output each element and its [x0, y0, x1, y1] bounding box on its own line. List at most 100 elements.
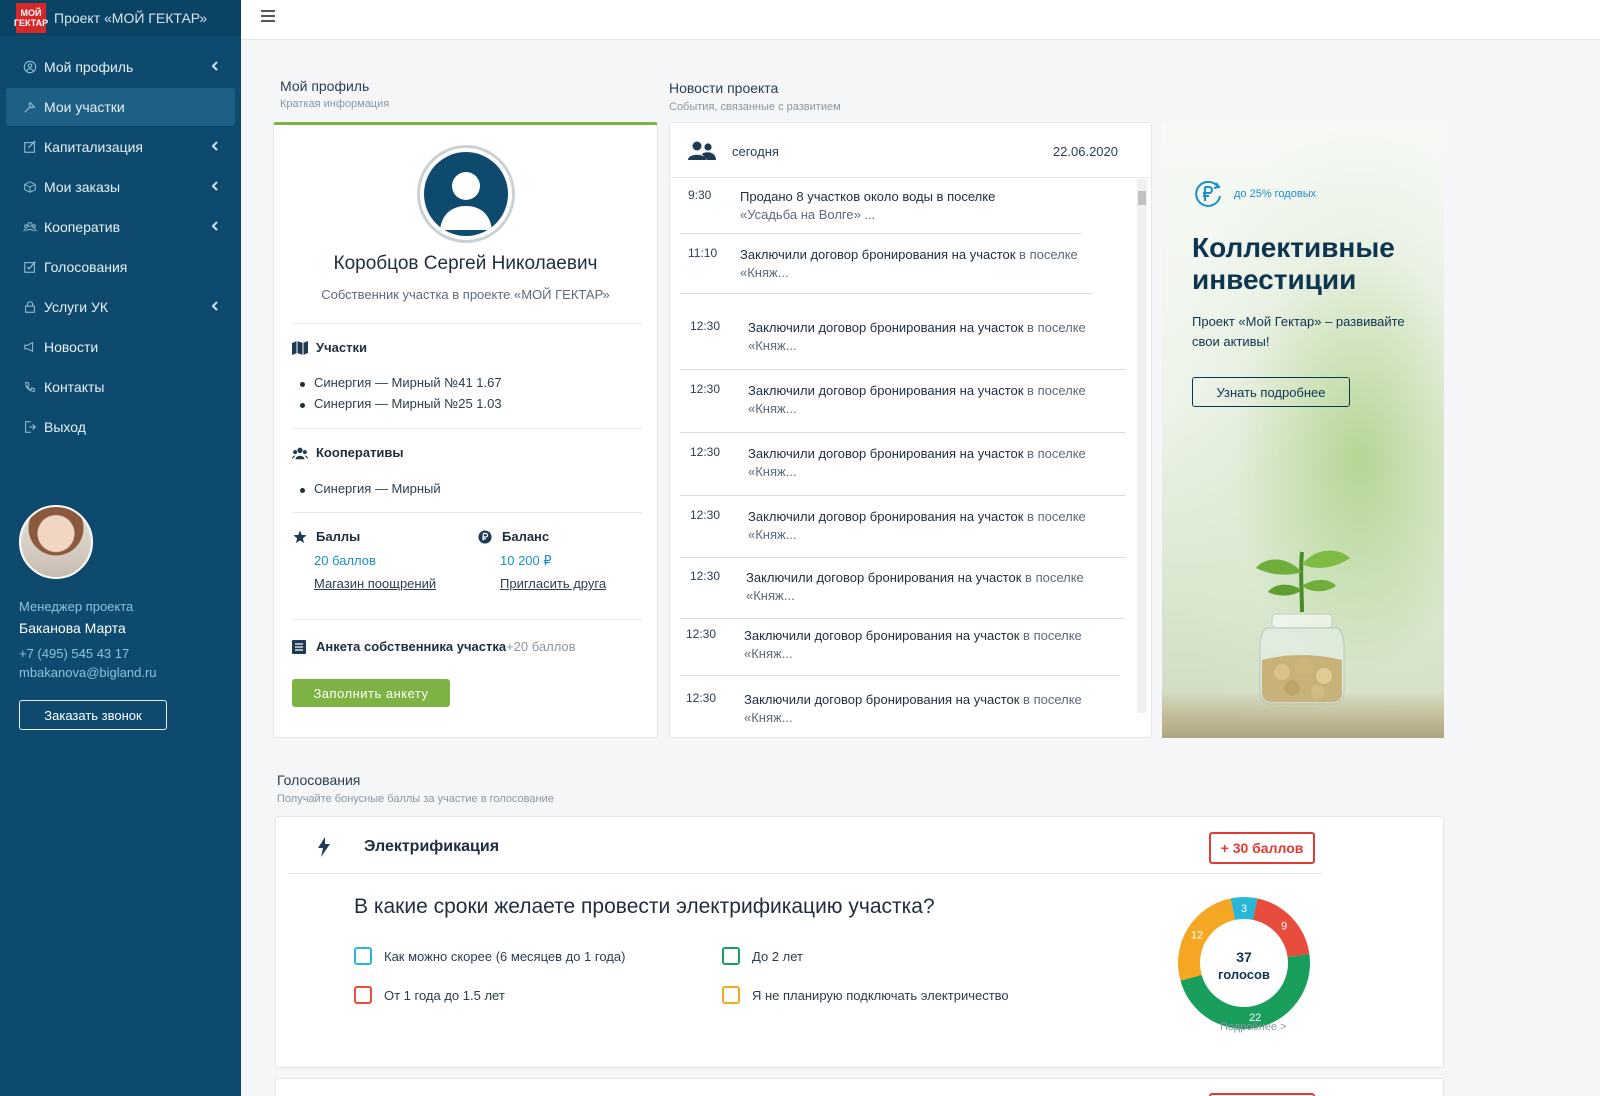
- divider: [292, 512, 642, 513]
- divider: [670, 177, 1151, 178]
- topbar: [241, 0, 1600, 40]
- voting-card-next: [275, 1078, 1444, 1096]
- option-checkbox[interactable]: [354, 947, 372, 965]
- sidebar-item-news[interactable]: Новости: [6, 328, 235, 366]
- divider: [680, 369, 1126, 370]
- coops-heading: Кооперативы: [292, 445, 404, 460]
- news-section-subtitle: События, связанные с развитием: [669, 101, 841, 113]
- option-checkbox[interactable]: [354, 986, 372, 1004]
- news-text: Заключили договор бронирования на участо…: [740, 246, 1080, 282]
- voting-question: В какие сроки желаете провести электрифи…: [354, 895, 935, 918]
- rewards-shop-link[interactable]: Магазин поощрений: [314, 576, 436, 591]
- news-main: Заключили договор бронирования на участо…: [744, 692, 1020, 707]
- lock-icon: [22, 299, 38, 315]
- manager-email[interactable]: mbakanova@bigland.ru: [19, 665, 219, 680]
- sidebar-item-label: Мои участки: [44, 99, 125, 115]
- promo-text: Проект «Мой Гектар» – развивайте свои ак…: [1192, 314, 1405, 349]
- brand-title: Проект «МОЙ ГЕКТАР»: [54, 10, 208, 26]
- option-checkbox[interactable]: [722, 986, 740, 1004]
- profile-avatar: [417, 145, 515, 243]
- points-value: 20 баллов: [314, 553, 376, 568]
- balance-heading: Баланс: [478, 529, 549, 544]
- vote-option[interactable]: Я не планирую подключать электричество: [722, 986, 1009, 1004]
- fill-survey-button[interactable]: Заполнить анкету: [292, 679, 450, 707]
- survey-heading: Анкета собственника участка +20 баллов: [292, 639, 576, 654]
- chevron-left-icon: [211, 61, 218, 71]
- news-time: 12:30: [690, 508, 721, 522]
- news-text: Заключили договор бронирования на участо…: [748, 319, 1088, 355]
- sidebar-item-label: Новости: [44, 339, 99, 355]
- sidebar-item-label: Мой профиль: [44, 59, 134, 75]
- promo-title: Коллективные инвестиции: [1192, 232, 1395, 295]
- sidebar-item-profile[interactable]: Мой профиль: [6, 48, 235, 86]
- plot-item[interactable]: Синергия — Мирный №41 1.67: [300, 375, 502, 396]
- voting-section-subtitle: Получайте бонусные баллы за участие в го…: [277, 793, 554, 805]
- coin-jar-plant-image: [1256, 550, 1350, 705]
- logo-line2: ГЕКТАР: [13, 18, 49, 28]
- news-main: Заключили договор бронирования на участо…: [748, 383, 1024, 398]
- option-label: От 1 года до 1.5 лет: [384, 987, 505, 1003]
- list-icon: [292, 639, 308, 654]
- users-icon: [292, 446, 308, 460]
- donut-total-label: голосов: [1218, 967, 1270, 982]
- voting-bonus-badge: + 30 баллов: [1209, 832, 1315, 864]
- manager-phone[interactable]: +7 (495) 545 43 17: [19, 646, 219, 661]
- user-silhouette-icon: [440, 172, 492, 230]
- news-date: 22.06.2020: [1052, 143, 1118, 159]
- scrollbar-thumb[interactable]: [1138, 191, 1146, 205]
- points-title: Баллы: [316, 529, 361, 544]
- star-icon: [292, 529, 308, 544]
- news-main: Заключили договор бронирования на участо…: [748, 446, 1024, 461]
- sidebar-item-services[interactable]: Услуги УК: [6, 288, 235, 326]
- sidebar-item-capitalization[interactable]: Капитализация: [6, 128, 235, 166]
- sidebar-item-contacts[interactable]: Контакты: [6, 368, 235, 406]
- brand[interactable]: МОЙ ГЕКТАР Проект «МОЙ ГЕКТАР»: [0, 0, 241, 36]
- news-text: Заключили договор бронирования на участо…: [748, 382, 1088, 418]
- divider: [680, 432, 1126, 433]
- coop-item[interactable]: Синергия — Мирный: [300, 481, 441, 502]
- menu-toggle-icon[interactable]: [261, 10, 275, 24]
- option-checkbox[interactable]: [722, 947, 740, 965]
- plots-heading: Участки: [292, 340, 367, 355]
- more-details-link[interactable]: Подробнее >: [1220, 1021, 1287, 1033]
- order-call-button[interactable]: Заказать звонок: [19, 700, 167, 730]
- sidebar-item-logout[interactable]: Выход: [6, 408, 235, 446]
- chevron-left-icon: [211, 221, 218, 231]
- divider: [680, 557, 1126, 558]
- news-card: сегодня 22.06.2020 9:30 Продано 8 участк…: [669, 122, 1152, 738]
- sidebar-item-label: Услуги УК: [44, 299, 108, 315]
- news-scrollbar[interactable]: [1137, 179, 1147, 713]
- logo: МОЙ ГЕКТАР: [13, 3, 49, 33]
- news-text: Заключили договор бронирования на участо…: [744, 691, 1084, 727]
- manager-card: Менеджер проекта Баканова Марта +7 (495)…: [19, 505, 219, 730]
- news-text: Заключили договор бронирования на участо…: [744, 627, 1084, 663]
- donut-value-label: 12: [1191, 929, 1203, 941]
- ruble-circle-icon: [478, 529, 494, 544]
- manager-name: Баканова Марта: [19, 620, 126, 636]
- sidebar-item-label: Выход: [44, 419, 86, 435]
- box-icon: [22, 179, 38, 195]
- news-day: сегодня: [732, 143, 779, 159]
- plot-item[interactable]: Синергия — Мирный №25 1.03: [300, 396, 502, 417]
- sidebar-item-label: Кооператив: [44, 219, 121, 235]
- sidebar-item-plots[interactable]: Мои участки: [6, 88, 235, 126]
- news-time: 12:30: [686, 627, 717, 641]
- vote-option[interactable]: До 2 лет: [722, 947, 803, 965]
- news-time: 12:30: [690, 382, 721, 396]
- sidebar-item-label: Голосования: [44, 259, 128, 275]
- vote-option[interactable]: Как можно скорее (6 месяцев до 1 года): [354, 947, 625, 965]
- divider: [292, 323, 642, 324]
- coops-list: Синергия — Мирный: [300, 481, 441, 502]
- learn-more-button[interactable]: Узнать подробнее: [1192, 377, 1350, 407]
- divider: [680, 675, 1120, 676]
- sidebar-item-orders[interactable]: Мои заказы: [6, 168, 235, 206]
- sidebar-item-cooperative[interactable]: Кооператив: [6, 208, 235, 246]
- news-main: Продано 8 участков около воды в поселке: [740, 189, 996, 204]
- vote-option[interactable]: От 1 года до 1.5 лет: [354, 986, 505, 1004]
- sidebar-item-voting[interactable]: Голосования: [6, 248, 235, 286]
- invite-friend-link[interactable]: Пригласить друга: [500, 576, 606, 591]
- voting-section-title: Голосования: [277, 772, 361, 788]
- people-icon: [688, 141, 716, 160]
- option-label: До 2 лет: [752, 948, 803, 964]
- profile-role: Собственник участка в проекте «МОЙ ГЕКТА…: [321, 287, 610, 302]
